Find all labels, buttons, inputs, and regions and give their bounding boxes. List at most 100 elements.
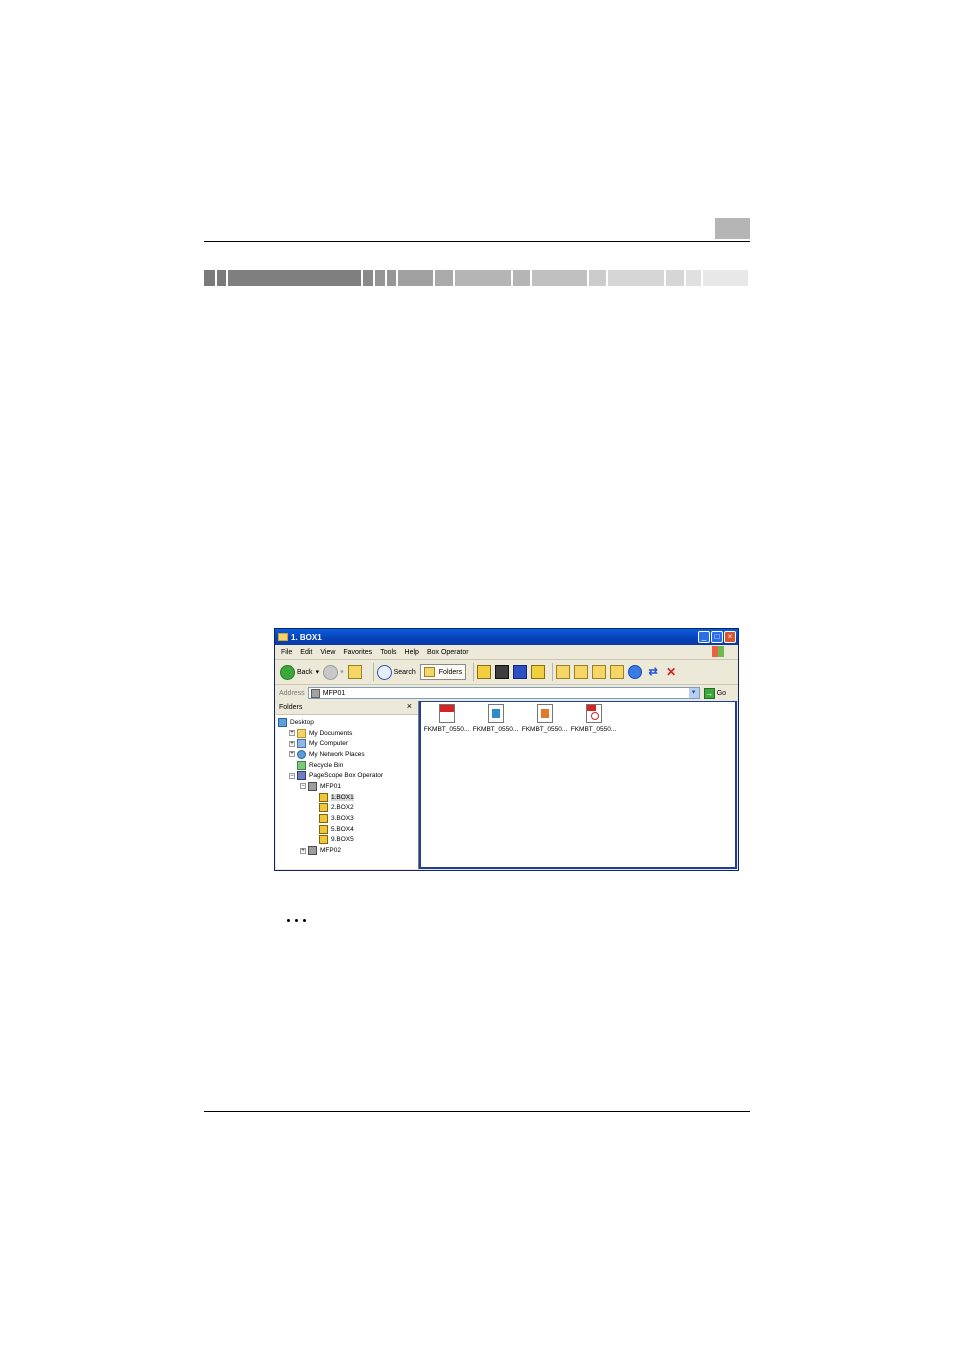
- menu-box-operator[interactable]: Box Operator: [427, 649, 469, 656]
- tree-item-label: MFP01: [320, 782, 341, 790]
- menu-file[interactable]: File: [281, 649, 292, 656]
- back-button[interactable]: Back ▾: [280, 664, 319, 680]
- display-icon[interactable]: [495, 665, 510, 679]
- title-bar-segment: [703, 270, 748, 286]
- search-button[interactable]: Search: [376, 664, 416, 680]
- tree-item[interactable]: + My Computer: [276, 738, 418, 749]
- search-label: Search: [393, 668, 416, 676]
- tree-item[interactable]: 3.BOX3: [276, 813, 418, 824]
- save-icon[interactable]: [513, 665, 528, 679]
- menu-favorites[interactable]: Favorites: [343, 649, 372, 656]
- menu-bar: File Edit View Favorites Tools Help Box Operat…: [275, 645, 738, 660]
- menu-tools[interactable]: Tools: [380, 649, 396, 656]
- box-icon: [319, 824, 328, 834]
- title-bar-segment: [386, 270, 397, 286]
- file-item[interactable]: FKMBT_0550...: [422, 704, 471, 733]
- content-area: Folders × Desktop + My Documents + My Comput…: [276, 701, 737, 869]
- menu-view[interactable]: View: [320, 649, 335, 656]
- window-title-bar: 1. BOX1 _ □ ×: [275, 629, 738, 645]
- chevron-down-icon[interactable]: ▾: [688, 688, 699, 698]
- import-icon[interactable]: [592, 665, 607, 679]
- tree-item[interactable]: + My Documents: [276, 728, 418, 739]
- expand-icon[interactable]: +: [289, 740, 295, 747]
- tree-item-label: 9.BOX5: [331, 836, 354, 844]
- expand-icon[interactable]: +: [300, 847, 306, 854]
- footer-rule: [204, 1111, 750, 1112]
- tree-item[interactable]: 5.BOX4: [276, 824, 418, 835]
- address-field[interactable]: MFP01 ▾: [307, 687, 700, 699]
- go-label: Go: [716, 689, 727, 697]
- copy-icon[interactable]: [556, 665, 571, 679]
- box-icon: [319, 792, 328, 802]
- title-bar-segment: [435, 270, 453, 286]
- box-icon[interactable]: [477, 665, 492, 679]
- delete-icon[interactable]: ✕: [664, 665, 678, 679]
- section-title-bar: [204, 270, 750, 286]
- swap-icon[interactable]: ⇄: [646, 665, 660, 679]
- up-folder-icon: [347, 665, 362, 679]
- expand-icon[interactable]: +: [289, 730, 295, 737]
- file-item[interactable]: FKMBT_0550...: [471, 704, 520, 733]
- title-bar-segment: [398, 270, 434, 286]
- forward-button[interactable]: ▾: [323, 664, 344, 680]
- image-file-icon: [536, 704, 553, 723]
- file-pane: FKMBT_0550... FKMBT_0550... FKMBT_0550... F…: [419, 701, 737, 869]
- collapse-icon[interactable]: −: [289, 772, 295, 779]
- pagescope-icon: [297, 771, 306, 781]
- folders-button[interactable]: Folders: [419, 664, 467, 680]
- box-icon: [319, 803, 328, 813]
- window-title: 1. BOX1: [291, 632, 322, 642]
- forward-arrow-icon: [323, 664, 339, 680]
- explorer-window: 1. BOX1 _ □ × File Edit View Favorites Tools…: [274, 628, 739, 871]
- tree-item[interactable]: + My Network Places: [276, 749, 418, 760]
- toolbar: Back ▾ ▾ Search Folders ⇄ ✕: [275, 660, 738, 685]
- menu-help[interactable]: Help: [405, 649, 419, 656]
- my-documents-icon: [297, 728, 306, 738]
- box-icon: [319, 835, 328, 845]
- compact-pdf-file-icon: [438, 704, 455, 723]
- tree-item[interactable]: 1.BOX1: [276, 792, 418, 803]
- tree-item[interactable]: − PageScope Box Operator: [276, 770, 418, 781]
- box-icon: [319, 814, 328, 824]
- title-bar-segment: [454, 270, 511, 286]
- search-icon: [376, 664, 392, 680]
- tree-item-label: 3.BOX3: [331, 815, 354, 823]
- minimize-button[interactable]: _: [698, 631, 710, 643]
- file-item[interactable]: FKMBT_0550...: [569, 704, 618, 733]
- title-bar-segment: [204, 270, 215, 286]
- go-arrow-icon: →: [703, 687, 715, 699]
- title-bar-segment: [588, 270, 607, 286]
- tree-item[interactable]: − MFP01: [276, 781, 418, 792]
- recycle-bin-icon: [297, 760, 306, 770]
- tree-item[interactable]: 2.BOX2: [276, 803, 418, 814]
- file-list: FKMBT_0550... FKMBT_0550... FKMBT_0550... F…: [421, 702, 735, 733]
- collapse-icon[interactable]: −: [300, 783, 306, 790]
- refresh-icon[interactable]: [628, 665, 643, 679]
- move-icon[interactable]: [574, 665, 589, 679]
- tree-item-label: Desktop: [290, 718, 314, 726]
- go-button[interactable]: → Go: [703, 687, 727, 699]
- tree-item-label: Recycle Bin: [309, 761, 344, 769]
- file-item[interactable]: FKMBT_0550...: [520, 704, 569, 733]
- folder-pane-title: Folders: [279, 704, 303, 711]
- box-open-icon[interactable]: [531, 665, 546, 679]
- expand-icon[interactable]: +: [289, 751, 295, 758]
- title-bar-segment: [685, 270, 702, 286]
- tree-item-label: MFP02: [320, 847, 341, 855]
- tree-item[interactable]: 9.BOX5: [276, 835, 418, 846]
- ellipsis-marker: [287, 919, 306, 922]
- export-icon[interactable]: [610, 665, 625, 679]
- menu-edit[interactable]: Edit: [300, 649, 312, 656]
- maximize-button[interactable]: □: [711, 631, 723, 643]
- close-button[interactable]: ×: [724, 631, 736, 643]
- chapter-tab: [715, 218, 750, 239]
- tree-item[interactable]: Desktop: [276, 717, 418, 728]
- tree-item[interactable]: + MFP02: [276, 845, 418, 856]
- windows-logo-icon: [712, 646, 724, 657]
- up-button[interactable]: [347, 665, 366, 679]
- title-bar-segment: [363, 270, 373, 286]
- tree-item[interactable]: Recycle Bin: [276, 760, 418, 771]
- close-pane-icon[interactable]: ×: [407, 701, 412, 711]
- folders-label: Folders: [438, 668, 463, 676]
- back-arrow-icon: [280, 664, 295, 680]
